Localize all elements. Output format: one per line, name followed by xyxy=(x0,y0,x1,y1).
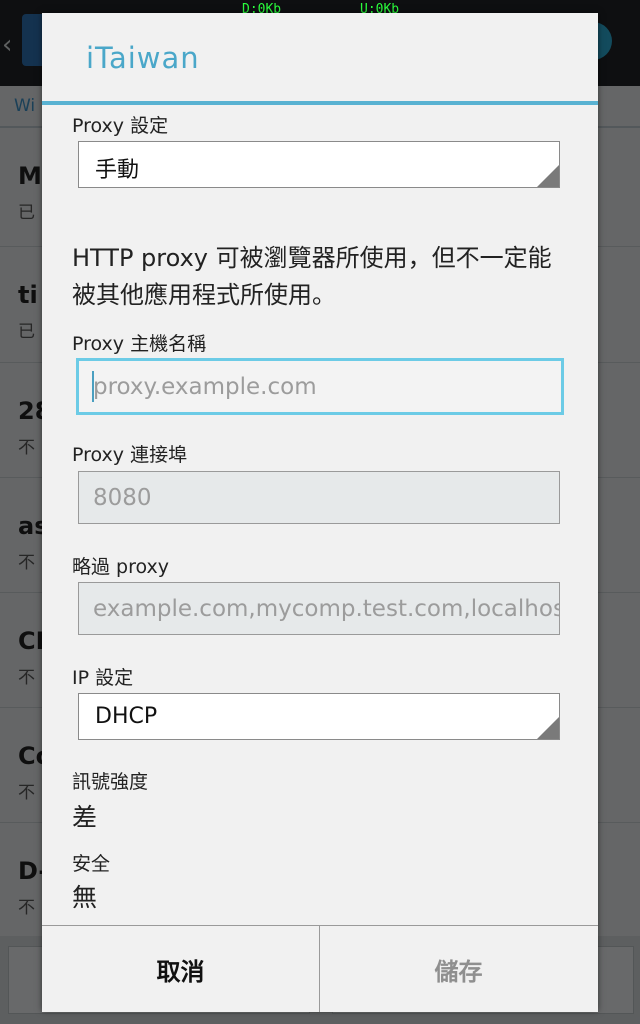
text-cursor xyxy=(92,371,94,402)
ip-setting-value: DHCP xyxy=(95,704,158,729)
dialog-header: iTaiwan xyxy=(42,13,598,105)
signal-label: 訊號強度 xyxy=(72,771,149,793)
bypass-label: 略過 proxy xyxy=(72,556,170,578)
dropdown-corner-icon xyxy=(537,165,559,187)
proxy-setting-spinner[interactable]: 手動 xyxy=(78,141,560,188)
http-proxy-note: HTTP proxy 可被瀏覽器所使用，但不一定能被其他應用程式所使用。 xyxy=(72,244,552,309)
hostname-field[interactable] xyxy=(76,358,564,415)
proxy-setting-value: 手動 xyxy=(95,158,140,183)
dropdown-corner-icon xyxy=(537,717,559,739)
bypass-field[interactable] xyxy=(78,582,560,635)
wifi-config-dialog: iTaiwan Proxy 設定 手動 HTTP proxy 可被瀏覽器所使用，… xyxy=(42,13,598,1012)
ip-setting-label: IP 設定 xyxy=(72,667,134,689)
port-label: Proxy 連接埠 xyxy=(72,444,188,466)
security-value: 無 xyxy=(72,883,98,912)
cancel-button[interactable]: 取消 xyxy=(42,926,320,1012)
proxy-setting-label: Proxy 設定 xyxy=(72,115,169,137)
signal-value: 差 xyxy=(72,803,98,832)
bypass-input[interactable] xyxy=(79,583,559,634)
dialog-body[interactable]: Proxy 設定 手動 HTTP proxy 可被瀏覽器所使用，但不一定能被其他… xyxy=(42,105,598,925)
dialog-title: iTaiwan xyxy=(86,41,200,75)
security-label: 安全 xyxy=(72,853,111,875)
dialog-button-bar: 取消 儲存 xyxy=(42,925,598,1012)
port-field[interactable] xyxy=(78,471,560,524)
hostname-input[interactable] xyxy=(79,361,561,412)
ip-setting-spinner[interactable]: DHCP xyxy=(78,693,560,740)
port-input[interactable] xyxy=(79,472,559,523)
hostname-label: Proxy 主機名稱 xyxy=(72,333,207,355)
save-button[interactable]: 儲存 xyxy=(320,926,597,1012)
